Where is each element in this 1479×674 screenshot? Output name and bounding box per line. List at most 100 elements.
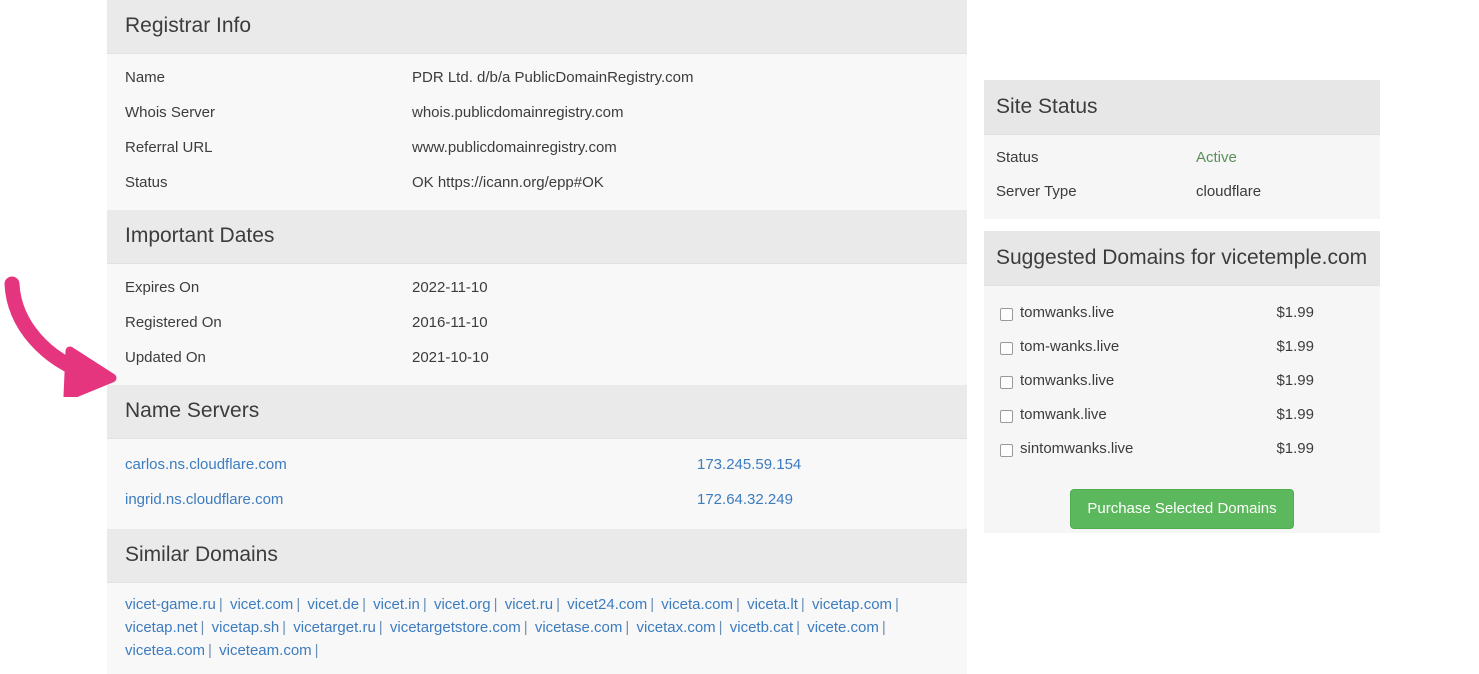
similar-domain-separator: | bbox=[556, 596, 560, 613]
suggested-domain-name: sintomwanks.live bbox=[1020, 440, 1134, 457]
registrar-info-rows: Name PDR Ltd. d/b/a PublicDomainRegistry… bbox=[107, 54, 967, 210]
domain-details-panel: Registrar Info Name PDR Ltd. d/b/a Publi… bbox=[107, 0, 967, 674]
row-value: 2022-11-10 bbox=[412, 279, 488, 296]
suggested-domain-price: $1.99 bbox=[1276, 372, 1314, 389]
site-status-panel: Site Status Status Active Server Type cl… bbox=[984, 80, 1380, 219]
similar-domain-link[interactable]: vicet.com bbox=[230, 596, 293, 613]
section-title-registrar-info: Registrar Info bbox=[107, 0, 967, 54]
similar-domain-link[interactable]: vicetb.cat bbox=[730, 619, 793, 636]
row-label: Whois Server bbox=[125, 104, 216, 121]
similar-domain-link[interactable]: viceta.com bbox=[661, 596, 733, 613]
suggested-domains-title: Suggested Domains for vicetemple.com bbox=[984, 231, 1380, 286]
suggested-domain-row[interactable]: tomwanks.live $1.99 bbox=[984, 296, 1380, 330]
similar-domain-link[interactable]: vicetap.sh bbox=[212, 619, 280, 636]
similar-domain-separator: | bbox=[296, 596, 301, 613]
name-server-host: ingrid.ns.cloudflare.com bbox=[125, 489, 697, 510]
similar-domain-link[interactable]: vicetap.net bbox=[125, 619, 198, 636]
name-server-ip: 173.245.59.154 bbox=[697, 454, 949, 475]
row-label: Server Type bbox=[996, 183, 1077, 200]
name-server-ip-link[interactable]: 172.64.32.249 bbox=[697, 491, 793, 508]
similar-domain-separator: | bbox=[208, 642, 212, 659]
row-value: cloudflare bbox=[1196, 183, 1262, 200]
similar-domain-separator: | bbox=[378, 619, 383, 636]
similar-domain-link[interactable]: vicet.in bbox=[373, 596, 420, 613]
similar-domain-link[interactable]: vicet24.com bbox=[567, 596, 647, 613]
row-label: Expires On bbox=[125, 279, 200, 296]
suggested-domain-price: $1.99 bbox=[1276, 406, 1314, 423]
name-server-ip-link[interactable]: 173.245.59.154 bbox=[697, 456, 801, 473]
similar-domain-separator: | bbox=[282, 619, 287, 636]
suggested-domain-price: $1.99 bbox=[1276, 338, 1314, 355]
table-row: Registered On 2016-11-10 bbox=[107, 305, 967, 340]
site-status-title: Site Status bbox=[984, 80, 1380, 135]
section-registrar-info: Registrar Info Name PDR Ltd. d/b/a Publi… bbox=[107, 0, 967, 210]
name-server-host-link[interactable]: carlos.ns.cloudflare.com bbox=[125, 456, 287, 473]
suggested-domain-checkbox[interactable] bbox=[1000, 341, 1013, 355]
similar-domain-link[interactable]: vicet.org bbox=[434, 596, 491, 613]
suggested-domain-checkbox[interactable] bbox=[1000, 409, 1013, 423]
suggested-domains-list: tomwanks.live $1.99 tom-wanks.live $1.99 tom… bbox=[984, 286, 1380, 480]
purchase-selected-domains-button[interactable]: Purchase Selected Domains bbox=[1070, 489, 1294, 529]
similar-domain-separator: | bbox=[362, 596, 366, 613]
similar-domain-separator: | bbox=[218, 596, 223, 613]
important-dates-rows: Expires On 2022-11-10 Registered On 2016… bbox=[107, 264, 967, 385]
similar-domain-link[interactable]: vicet.de bbox=[307, 596, 359, 613]
row-label: Status bbox=[125, 174, 168, 191]
similar-domain-link[interactable]: vicetap.com bbox=[812, 596, 892, 613]
similar-domain-link[interactable]: vicet-game.ru bbox=[125, 596, 216, 613]
suggested-domain-name: tomwank.live bbox=[1020, 406, 1107, 423]
section-title-similar-domains: Similar Domains bbox=[107, 529, 967, 583]
table-row: Referral URL www.publicdomainregistry.co… bbox=[107, 130, 967, 165]
row-label: Registered On bbox=[125, 314, 222, 331]
similar-domain-separator: | bbox=[625, 619, 630, 636]
similar-domain-link[interactable]: vicetase.com bbox=[535, 619, 623, 636]
table-row: Whois Server whois.publicdomainregistry.… bbox=[107, 95, 967, 130]
suggested-domain-name: tomwanks.live bbox=[1020, 372, 1115, 389]
suggested-domain-row[interactable]: sintomwanks.live $1.99 bbox=[984, 432, 1380, 466]
suggested-domain-price: $1.99 bbox=[1276, 304, 1314, 321]
suggested-domains-panel: Suggested Domains for vicetemple.com tom… bbox=[984, 231, 1380, 533]
suggested-domain-row[interactable]: tomwank.live $1.99 bbox=[984, 398, 1380, 432]
similar-domain-separator: | bbox=[200, 619, 205, 636]
similar-domain-link[interactable]: vicetax.com bbox=[636, 619, 715, 636]
table-row: Updated On 2021-10-10 bbox=[107, 340, 967, 375]
similar-domain-separator: | bbox=[493, 596, 498, 613]
similar-domain-separator: | bbox=[895, 596, 899, 613]
similar-domain-link[interactable]: viceteam.com bbox=[219, 642, 312, 659]
suggested-domain-checkbox[interactable] bbox=[1000, 307, 1013, 321]
suggested-domain-checkbox[interactable] bbox=[1000, 443, 1013, 457]
section-important-dates: Important Dates Expires On 2022-11-10 Re… bbox=[107, 210, 967, 385]
name-server-host-link[interactable]: ingrid.ns.cloudflare.com bbox=[125, 491, 283, 508]
section-similar-domains: Similar Domains vicet-game.ru | vicet.com… bbox=[107, 529, 967, 674]
section-title-important-dates: Important Dates bbox=[107, 210, 967, 264]
suggested-domain-name: tomwanks.live bbox=[1020, 304, 1115, 321]
table-row: Expires On 2022-11-10 bbox=[107, 270, 967, 305]
table-row: carlos.ns.cloudflare.com 173.245.59.154 bbox=[107, 447, 967, 482]
similar-domain-link[interactable]: vicetea.com bbox=[125, 642, 205, 659]
similar-domain-link[interactable]: vicetarget.ru bbox=[293, 619, 376, 636]
row-value: whois.publicdomainregistry.com bbox=[412, 104, 624, 121]
table-row: Status Active bbox=[984, 141, 1380, 175]
row-value: www.publicdomainregistry.com bbox=[412, 139, 617, 156]
section-title-name-servers: Name Servers bbox=[107, 385, 967, 439]
similar-domain-separator: | bbox=[422, 596, 427, 613]
similar-domain-link[interactable]: vicet.ru bbox=[505, 596, 553, 613]
similar-domain-separator: | bbox=[735, 596, 740, 613]
row-label: Status bbox=[996, 149, 1039, 166]
site-status-rows: Status Active Server Type cloudflare bbox=[984, 135, 1380, 219]
section-name-servers: Name Servers carlos.ns.cloudflare.com 17… bbox=[107, 385, 967, 529]
row-value: PDR Ltd. d/b/a PublicDomainRegistry.com bbox=[412, 69, 694, 86]
table-row: Status OK https://icann.org/epp#OK bbox=[107, 165, 967, 200]
similar-domain-link[interactable]: vicetargetstore.com bbox=[390, 619, 521, 636]
row-value: OK https://icann.org/epp#OK bbox=[412, 174, 604, 191]
suggested-domain-name: tom-wanks.live bbox=[1020, 338, 1120, 355]
purchase-button-wrap: Purchase Selected Domains bbox=[984, 480, 1380, 533]
suggested-domain-row[interactable]: tomwanks.live $1.99 bbox=[984, 364, 1380, 398]
table-row: Name PDR Ltd. d/b/a PublicDomainRegistry… bbox=[107, 60, 967, 95]
suggested-domain-row[interactable]: tom-wanks.live $1.99 bbox=[984, 330, 1380, 364]
suggested-domain-checkbox[interactable] bbox=[1000, 375, 1013, 389]
row-label: Name bbox=[125, 69, 166, 86]
similar-domain-separator: | bbox=[314, 642, 319, 659]
similar-domain-link[interactable]: viceta.lt bbox=[747, 596, 798, 613]
similar-domain-link[interactable]: vicete.com bbox=[807, 619, 879, 636]
